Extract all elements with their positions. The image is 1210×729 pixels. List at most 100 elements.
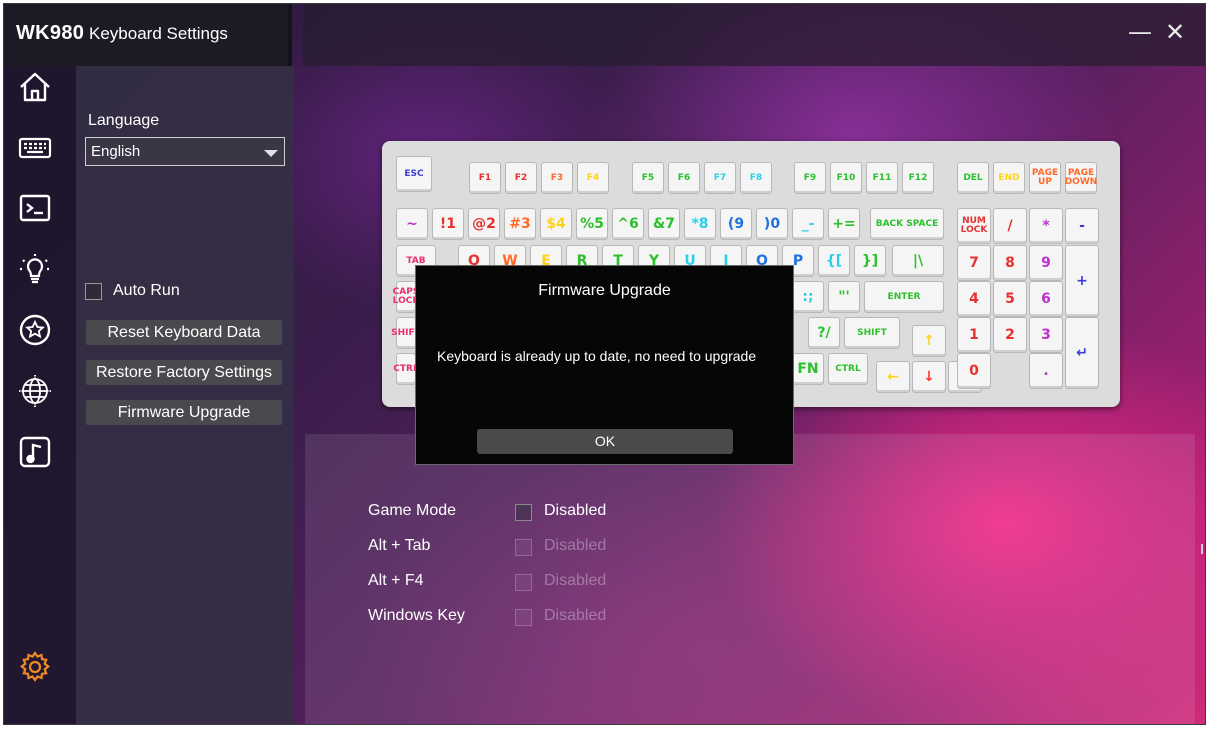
key-enter[interactable]: ENTER xyxy=(864,281,944,313)
key-4[interactable]: $4 xyxy=(540,208,572,240)
app-window: WK980 Keyboard Settings — ✕ Language Eng… xyxy=(3,3,1206,725)
title-bar: WK980 Keyboard Settings — ✕ xyxy=(4,4,1205,66)
alt-f4-checkbox[interactable] xyxy=(515,574,532,591)
firmware-upgrade-dialog: Firmware Upgrade Keyboard is already up … xyxy=(415,265,794,465)
key-f8[interactable]: F8 xyxy=(740,162,772,194)
scrollbar[interactable] xyxy=(1201,544,1203,554)
alt-tab-checkbox[interactable] xyxy=(515,539,532,556)
key-6[interactable]: 6 xyxy=(1029,281,1063,317)
game-mode-label: Game Mode xyxy=(368,502,457,519)
key-[interactable]: . xyxy=(1029,353,1063,389)
key-[interactable]: ?/ xyxy=(808,317,840,349)
music-icon[interactable] xyxy=(18,435,52,469)
key-[interactable]: |\ xyxy=(892,245,944,277)
key-[interactable]: ↓ xyxy=(912,361,946,393)
auto-run-checkbox[interactable] xyxy=(85,282,102,300)
home-icon[interactable] xyxy=(18,70,52,104)
settings-panel: Language English Auto Run Reset Keyboard… xyxy=(76,66,294,724)
key-[interactable]: }] xyxy=(854,245,886,277)
auto-run-row[interactable]: Auto Run xyxy=(85,282,180,300)
key-ctrl[interactable]: CTRL xyxy=(828,353,868,385)
key-esc[interactable]: ESC xyxy=(396,156,432,192)
game-mode-panel: Game Mode Disabled Alt + Tab Disabled Al… xyxy=(305,434,1195,724)
key-[interactable]: + xyxy=(1065,245,1099,317)
key-page-up[interactable]: PAGE UP xyxy=(1029,162,1061,194)
key-f2[interactable]: F2 xyxy=(505,162,537,194)
key-f3[interactable]: F3 xyxy=(541,162,573,194)
key-back-space[interactable]: BACK SPACE xyxy=(870,208,944,240)
key-del[interactable]: DEL xyxy=(957,162,989,194)
key-page-down[interactable]: PAGE DOWN xyxy=(1065,162,1097,194)
key-f4[interactable]: F4 xyxy=(577,162,609,194)
key-f12[interactable]: F12 xyxy=(902,162,934,194)
key-0[interactable]: 0 xyxy=(957,353,991,389)
key-caps-lock[interactable]: CAPS LOCK xyxy=(393,281,419,313)
game-mode-value: Disabled xyxy=(544,502,607,519)
key-fn[interactable]: FN xyxy=(792,353,824,385)
globe-icon[interactable] xyxy=(18,374,52,408)
key-end[interactable]: END xyxy=(993,162,1025,194)
keyboard-icon[interactable] xyxy=(18,131,52,165)
key-[interactable]: "' xyxy=(828,281,860,313)
key-2[interactable]: 2 xyxy=(993,317,1027,353)
key-8[interactable]: 8 xyxy=(993,245,1027,281)
close-button[interactable]: ✕ xyxy=(1161,18,1189,46)
key-9[interactable]: (9 xyxy=(720,208,752,240)
windows-key-checkbox[interactable] xyxy=(515,609,532,626)
key-shift[interactable]: SHIFT xyxy=(844,317,900,349)
key-8[interactable]: *8 xyxy=(684,208,716,240)
language-value: English xyxy=(91,143,141,160)
alt-tab-label: Alt + Tab xyxy=(368,537,431,554)
key-7[interactable]: 7 xyxy=(957,245,991,281)
key-[interactable]: * xyxy=(1029,208,1063,244)
key-4[interactable]: 4 xyxy=(957,281,991,317)
key-9[interactable]: 9 xyxy=(1029,245,1063,281)
ok-button[interactable]: OK xyxy=(477,429,733,454)
key-[interactable]: {[ xyxy=(818,245,850,277)
key-5[interactable]: 5 xyxy=(993,281,1027,317)
key-[interactable]: - xyxy=(1065,208,1099,244)
lightbulb-icon[interactable] xyxy=(18,252,52,286)
key-3[interactable]: #3 xyxy=(504,208,536,240)
settings-gear-icon[interactable] xyxy=(18,650,52,684)
reset-keyboard-data-button[interactable]: Reset Keyboard Data xyxy=(86,320,282,345)
key-[interactable]: / xyxy=(993,208,1027,244)
key-3[interactable]: 3 xyxy=(1029,317,1063,353)
key-1[interactable]: 1 xyxy=(957,317,991,353)
key-f9[interactable]: F9 xyxy=(794,162,826,194)
key-[interactable]: ↵ xyxy=(1065,317,1099,389)
key-f6[interactable]: F6 xyxy=(668,162,700,194)
windows-key-value: Disabled xyxy=(544,607,607,624)
app-subtitle: Keyboard Settings xyxy=(89,24,228,43)
key-[interactable]: :; xyxy=(792,281,824,313)
key-[interactable]: ↑ xyxy=(912,325,946,357)
key-7[interactable]: &7 xyxy=(648,208,680,240)
key-f1[interactable]: F1 xyxy=(469,162,501,194)
key-2[interactable]: @2 xyxy=(468,208,500,240)
key-num-lock[interactable]: NUM LOCK xyxy=(957,208,991,244)
key-[interactable]: += xyxy=(828,208,860,240)
key-f7[interactable]: F7 xyxy=(704,162,736,194)
key-[interactable]: _- xyxy=(792,208,824,240)
key-shift[interactable]: SHIFT xyxy=(391,317,421,349)
firmware-upgrade-button[interactable]: Firmware Upgrade xyxy=(86,400,282,425)
key-1[interactable]: !1 xyxy=(432,208,464,240)
key-ctrl[interactable]: CTRL xyxy=(393,353,419,385)
key-[interactable]: ← xyxy=(876,361,910,393)
key-[interactable]: ~ xyxy=(396,208,428,240)
key-5[interactable]: %5 xyxy=(576,208,608,240)
terminal-icon[interactable] xyxy=(18,191,52,225)
minimize-button[interactable]: — xyxy=(1126,18,1154,46)
alt-tab-value: Disabled xyxy=(544,537,607,554)
key-0[interactable]: )0 xyxy=(756,208,788,240)
icon-sidebar xyxy=(4,66,76,724)
restore-factory-settings-button[interactable]: Restore Factory Settings xyxy=(86,360,282,385)
dialog-message: Keyboard is already up to date, no need … xyxy=(437,348,757,364)
language-select[interactable]: English xyxy=(85,137,285,166)
key-f11[interactable]: F11 xyxy=(866,162,898,194)
key-f5[interactable]: F5 xyxy=(632,162,664,194)
game-mode-checkbox[interactable] xyxy=(515,504,532,521)
star-badge-icon[interactable] xyxy=(18,313,52,347)
key-f10[interactable]: F10 xyxy=(830,162,862,194)
key-6[interactable]: ^6 xyxy=(612,208,644,240)
